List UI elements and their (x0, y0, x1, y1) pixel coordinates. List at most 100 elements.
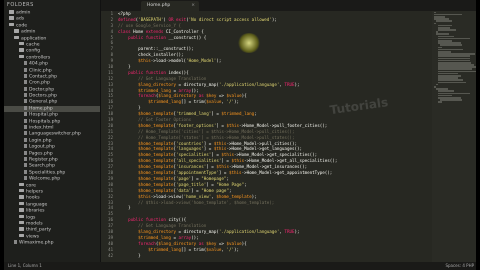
tree-item-label: third_party (26, 227, 52, 233)
folder-icon (9, 16, 14, 20)
tree-item-label: Specialities.php (29, 170, 66, 176)
minimap-line (438, 101, 443, 103)
minimap-line (434, 22, 436, 25)
file-icon (24, 150, 27, 155)
main-area: Home.php × 1 2 3 4 5 6 7 8 9 10 11 12 13 14 15 16 17 18 19… (101, 0, 476, 262)
folder-icon (19, 182, 24, 187)
file-icon (24, 169, 27, 174)
right-letterbox (476, 0, 480, 270)
file-icon (24, 86, 27, 91)
close-icon[interactable]: × (191, 1, 195, 11)
folder-icon (19, 41, 24, 46)
tree-item-label: Register.php (29, 157, 58, 163)
file-icon (24, 144, 27, 149)
tree-item-label: admin (16, 10, 31, 16)
tree-item-label: index.html (29, 125, 54, 131)
file-icon (24, 112, 27, 117)
file-icon (24, 105, 27, 110)
cursor-highlight (237, 33, 261, 53)
sidebar-title: FOLDERS (7, 2, 34, 8)
tree-item-label: General.php (29, 99, 58, 105)
code-line[interactable]: } (118, 253, 428, 259)
tree-item-label: Logout.php (29, 144, 55, 150)
editor-window: FOLDERS admin ads code admin application cach… (4, 0, 476, 270)
minimap[interactable] (432, 11, 476, 262)
file-icon (24, 118, 27, 123)
tree-item-label: 404.php (29, 61, 48, 67)
tree-item-label: Doctor.php (29, 87, 55, 93)
tree-item-label: config (26, 48, 41, 54)
tree-item-label: Cron.php (29, 80, 50, 86)
tree-file[interactable]: Wimaxime.php (4, 240, 100, 246)
tree-item-label: cache (26, 42, 40, 48)
file-icon (14, 240, 17, 245)
file-icon (24, 176, 27, 181)
tree-item-label: application (21, 35, 47, 41)
tree-item-label: admin (21, 29, 36, 35)
tab-home-php[interactable]: Home.php × (141, 1, 199, 11)
tree-item-label: libraries (26, 208, 45, 214)
folder-icon (19, 208, 24, 212)
file-icon (24, 125, 27, 130)
folder-icon (19, 48, 24, 52)
tree-item-label: Contact.php (29, 74, 58, 80)
status-syntax: Spaces: 4 PHP (445, 263, 474, 268)
tree-item-label: Hospitals.php (29, 119, 61, 125)
tree-item-label: code (16, 23, 28, 29)
tree-item-label: hooks (26, 195, 40, 201)
file-icon (24, 61, 27, 66)
minimap-line (440, 44, 462, 46)
tree-item-label: controllers (26, 54, 51, 60)
file-icon (24, 156, 27, 161)
file-icon (24, 99, 27, 104)
code-area[interactable]: <?php defined('BASEPATH') OR exit('No dir… (118, 11, 428, 258)
folder-icon (19, 233, 24, 238)
folder-icon (19, 188, 24, 193)
file-icon (24, 80, 27, 85)
tree-item-label: Search.php (29, 163, 55, 169)
tree-item-label: views (26, 233, 39, 239)
tree-item-label: models (26, 221, 43, 227)
tab-bar: Home.php × (101, 0, 476, 11)
tree-item-label: core (26, 182, 36, 188)
sidebar: FOLDERS admin ads code admin application cach… (4, 0, 101, 262)
tree-item-label: ads (16, 16, 25, 22)
folder-icon (19, 214, 24, 218)
minimap-line (438, 29, 457, 31)
tree-item-label: logs (26, 214, 36, 220)
folder-icon (9, 22, 14, 27)
tree-item-label: Welcome.php (29, 176, 61, 182)
folder-icon (19, 201, 24, 206)
tree-item-label: Doctors.php (29, 93, 57, 99)
tree-item-label: Wimaxime.php (19, 240, 54, 246)
tree-item-label: Pages.php (29, 151, 53, 157)
tree-item-label: Home.php (29, 106, 53, 112)
file-icon (24, 73, 27, 78)
file-icon (24, 137, 27, 142)
folder-icon (9, 10, 14, 14)
folder-icon (19, 195, 24, 199)
tree-item-label: Login.php (29, 138, 52, 144)
tree-item-label: helpers (26, 189, 44, 195)
minimap-line (436, 83, 439, 86)
file-tree: admin ads code admin application cache config c… (4, 10, 100, 246)
minimap-line (436, 20, 452, 22)
file-icon (24, 93, 27, 98)
file-icon (24, 163, 27, 168)
code-editor[interactable]: 1 2 3 4 5 6 7 8 9 10 11 12 13 14 15 16 17 18 19 20 21 22 23 24 2… (101, 11, 476, 262)
minimap-line (438, 81, 466, 84)
folder-icon (19, 220, 24, 225)
folder-icon (19, 227, 24, 231)
tree-item-label: language (26, 201, 48, 207)
status-bar: Line 1, Column 1 Spaces: 4 PHP (4, 262, 476, 270)
folder-icon (14, 29, 19, 33)
file-icon (24, 67, 27, 72)
tree-item-label: Clinic.php (29, 68, 52, 74)
folder-icon (19, 54, 24, 59)
line-number-gutter: 1 2 3 4 5 6 7 8 9 10 11 12 13 14 15 16 17 18 19 20 21 22 23 24 2… (101, 11, 115, 262)
minimap-line (440, 99, 462, 101)
tab-label: Home.php (147, 3, 171, 8)
line-number: 42 (108, 252, 113, 258)
tree-item-label: Languageswitcher.php (29, 131, 81, 137)
tree-item-label: Hospital.php (29, 112, 58, 118)
